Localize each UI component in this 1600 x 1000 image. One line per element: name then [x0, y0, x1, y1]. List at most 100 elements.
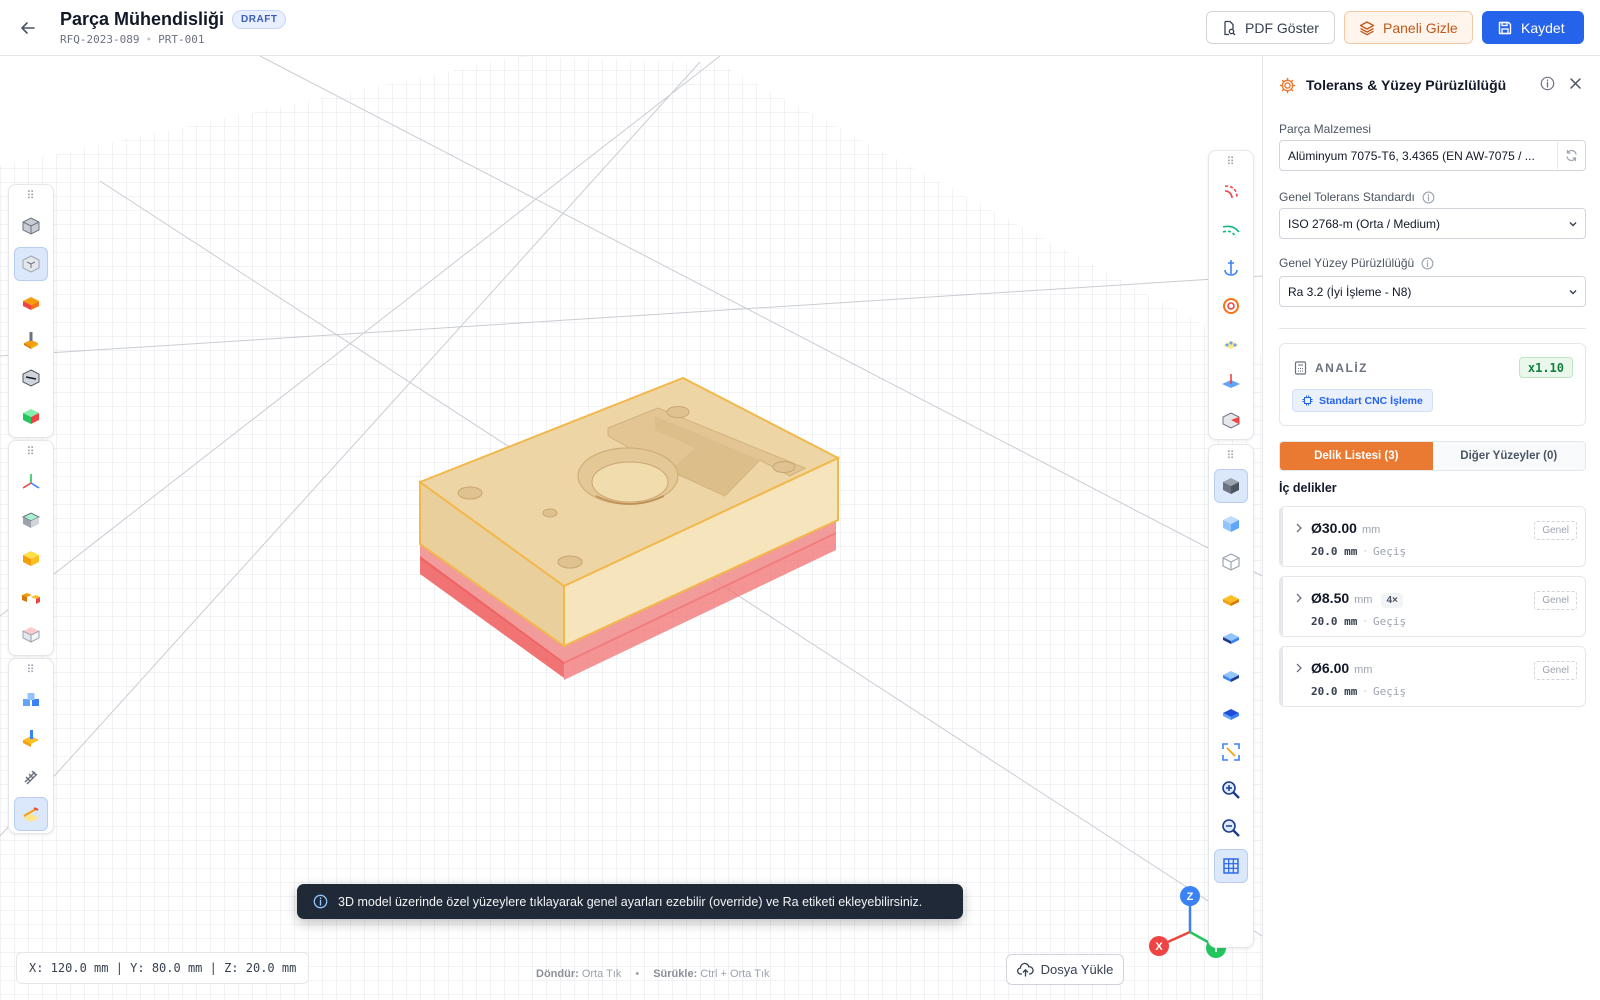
assembly-icon[interactable]: [14, 721, 48, 755]
wireframe-view-icon[interactable]: [1214, 545, 1248, 579]
tolerance-tag[interactable]: Genel: [1534, 661, 1577, 680]
tab-other-surfaces[interactable]: Diğer Yüzeyler (0): [1432, 442, 1585, 470]
tolerance-select[interactable]: ISO 2768-m (Orta / Medium): [1279, 208, 1586, 239]
tolerance-value: ISO 2768-m (Orta / Medium): [1288, 216, 1441, 231]
section-cube-icon[interactable]: [14, 361, 48, 395]
info-icon[interactable]: [1540, 76, 1555, 91]
material-label-text: Parça Malzemesi: [1279, 122, 1372, 136]
drag-handle-icon[interactable]: ⠿: [26, 447, 35, 461]
pdf-show-button[interactable]: PDF Göster: [1206, 11, 1335, 44]
roughness-select[interactable]: Ra 3.2 (İyi İşleme - N8): [1279, 276, 1586, 307]
refresh-material-button[interactable]: [1557, 142, 1584, 169]
chevron-right-icon[interactable]: [1294, 592, 1304, 604]
hole-item[interactable]: Ø30.00 mm 20.0 mm · Geçiş Genel: [1279, 506, 1586, 567]
3d-viewport[interactable]: Z X Y ⠿ ⠿ ⠿ ⠿ ⠿ X: 120.0 mm | Y: 80.0 mm…: [0, 56, 1262, 1000]
status-badge: DRAFT: [232, 10, 287, 29]
drag-handle-icon[interactable]: ⠿: [26, 191, 35, 205]
blocks-icon[interactable]: [14, 683, 48, 717]
hole-unit: mm: [1354, 594, 1373, 606]
hole-item[interactable]: Ø8.50 mm 4× 20.0 mm · Geçiş Genel: [1279, 576, 1586, 637]
thread-icon[interactable]: [14, 759, 48, 793]
breadcrumb-separator: •: [145, 33, 153, 46]
anchor-icon[interactable]: [1214, 251, 1248, 285]
drag-handle-icon[interactable]: ⠿: [1226, 157, 1235, 171]
solid-cube-icon[interactable]: [14, 209, 48, 243]
pattern-icon[interactable]: [1214, 327, 1248, 361]
fit-view-icon[interactable]: [1214, 735, 1248, 769]
hole-meta: 20.0 mm · Geçiş: [1311, 615, 1406, 628]
roughness-label: Genel Yüzey Pürüzlülüğü: [1279, 256, 1434, 270]
fixture-icon[interactable]: [14, 323, 48, 357]
measure-icon[interactable]: [14, 797, 48, 831]
axis-icon[interactable]: [14, 465, 48, 499]
panel-title: Tolerans & Yüzey Pürüzlülüğü: [1306, 77, 1507, 93]
grid-toggle-icon[interactable]: [1214, 849, 1248, 883]
transparent-view-icon[interactable]: [1214, 507, 1248, 541]
left-toolbar-geometry: ⠿: [8, 440, 54, 656]
top-face-icon[interactable]: [14, 503, 48, 537]
stock-box-icon[interactable]: [14, 285, 48, 319]
hole-type: Geçiş: [1373, 545, 1407, 558]
front-view-icon[interactable]: [1214, 621, 1248, 655]
panel-header: Tolerans & Yüzey Pürüzlülüğü: [1279, 74, 1585, 96]
zoom-out-icon[interactable]: [1214, 811, 1248, 845]
right-toolbar-views: ⠿: [1208, 444, 1254, 948]
hint-pan-value: Ctrl + Orta Tık: [700, 968, 770, 980]
section-title: İç delikler: [1279, 481, 1337, 495]
shaded-view-icon[interactable]: [1214, 469, 1248, 503]
plane-icon[interactable]: [1214, 365, 1248, 399]
drag-handle-icon[interactable]: ⠿: [26, 665, 35, 679]
iso-view-icon[interactable]: [1214, 697, 1248, 731]
analysis-title-text: ANALİZ: [1315, 361, 1368, 375]
calculator-icon: [1294, 361, 1307, 375]
tolerance-label-text: Genel Tolerans Standardı: [1279, 190, 1415, 204]
tolerance-tag[interactable]: Genel: [1534, 591, 1577, 610]
axis-z-label: Z: [1187, 891, 1194, 903]
right-toolbar-features: ⠿: [1208, 150, 1254, 440]
3d-scene[interactable]: Z X Y: [0, 56, 1262, 1000]
hole-unit: mm: [1361, 524, 1381, 536]
face-pick-icon[interactable]: [14, 617, 48, 651]
hint-rotate: Döndür: Orta Tık: [536, 968, 621, 980]
tab-hole-list[interactable]: Delik Listesi (3): [1280, 442, 1433, 470]
chevron-down-icon: [1569, 222, 1577, 227]
cpu-icon: [1302, 395, 1313, 406]
transparent-cube-icon[interactable]: [14, 247, 48, 281]
side-view-icon[interactable]: [1214, 659, 1248, 693]
pdf-show-label: PDF Göster: [1245, 19, 1319, 36]
meta-separator: ·: [1363, 545, 1368, 557]
hide-panel-label: Paneli Gizle: [1383, 19, 1458, 36]
coordinate-readout: X: 120.0 mm | Y: 80.0 mm | Z: 20.0 mm: [16, 952, 310, 984]
material-field[interactable]: Alüminyum 7075-T6, 3.4365 (EN AW-7075 / …: [1279, 140, 1586, 171]
save-button[interactable]: Kaydet: [1482, 11, 1584, 44]
gear-icon: [1279, 77, 1296, 93]
save-label: Kaydet: [1521, 19, 1565, 36]
info-icon[interactable]: [1421, 257, 1434, 270]
back-button[interactable]: [14, 14, 42, 42]
split-icon[interactable]: [14, 579, 48, 613]
close-icon[interactable]: [1568, 76, 1583, 91]
section-view-icon[interactable]: [1214, 403, 1248, 437]
cloud-upload-icon: [1016, 962, 1034, 977]
hole-depth: 20.0 mm: [1311, 615, 1358, 628]
yellow-box-icon[interactable]: [14, 541, 48, 575]
upload-file-button[interactable]: Dosya Yükle: [1006, 954, 1124, 985]
green-cube-icon[interactable]: [14, 399, 48, 433]
chevron-right-icon[interactable]: [1294, 522, 1304, 534]
hole-unit: mm: [1354, 664, 1373, 676]
axis-x-label: X: [1155, 941, 1163, 953]
hole-item[interactable]: Ø6.00 mm 20.0 mm · Geçiş Genel: [1279, 646, 1586, 707]
tolerance-tag[interactable]: Genel: [1534, 521, 1577, 540]
chamfer-icon[interactable]: [1214, 213, 1248, 247]
top-view-icon[interactable]: [1214, 583, 1248, 617]
target-icon[interactable]: [1214, 289, 1248, 323]
hole-diameter: Ø8.50 mm 4×: [1311, 590, 1403, 608]
chevron-right-icon[interactable]: [1294, 662, 1304, 674]
tolerance-panel: Tolerans & Yüzey Pürüzlülüğü Parça Malze…: [1262, 56, 1600, 1000]
drag-handle-icon[interactable]: ⠿: [1226, 451, 1235, 465]
hole-count-badge: 4×: [1381, 593, 1403, 608]
zoom-in-icon[interactable]: [1214, 773, 1248, 807]
hide-panel-button[interactable]: Paneli Gizle: [1344, 11, 1473, 44]
fillet-icon[interactable]: [1214, 175, 1248, 209]
info-icon[interactable]: [1422, 191, 1435, 204]
